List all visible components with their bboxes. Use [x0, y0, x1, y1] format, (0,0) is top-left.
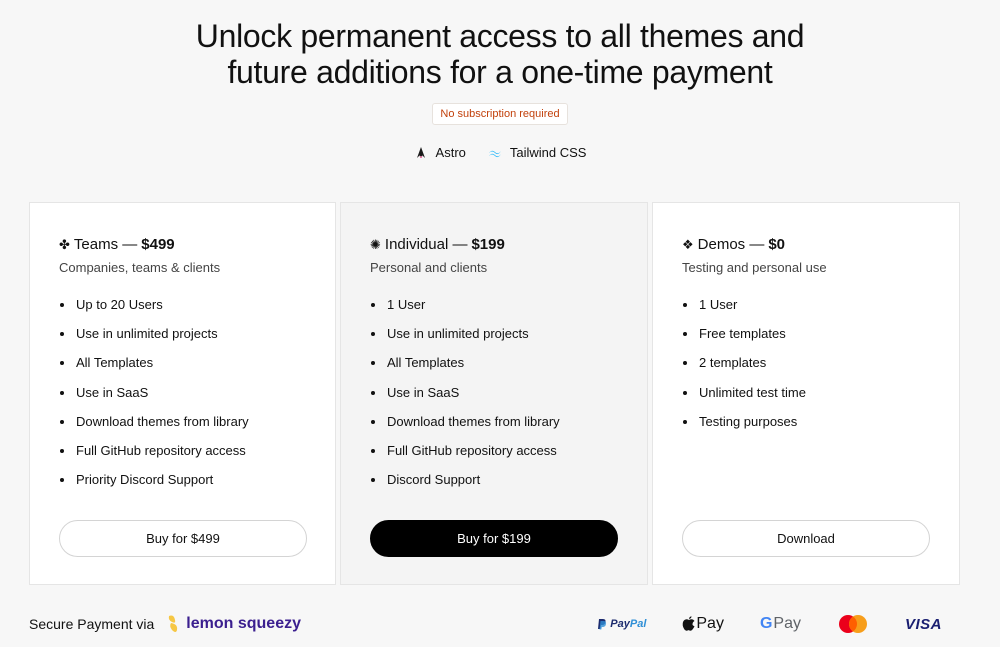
mastercard-icon [838, 615, 867, 633]
plan-subtitle: Testing and personal use [682, 260, 827, 275]
feature-item: Download themes from library [370, 414, 647, 443]
teams-symbol-icon: ✤ [59, 237, 70, 252]
feature-item: Full GitHub repository access [370, 443, 647, 472]
feature-item: Discord Support [370, 472, 647, 501]
feature-item: Use in SaaS [370, 385, 647, 414]
apple-pay-logo: Pay [682, 615, 724, 633]
feature-list: Up to 20 Users Use in unlimited projects… [59, 297, 335, 501]
feature-item: Priority Discord Support [59, 472, 335, 501]
plan-title: ❖ Demos — $0 [682, 235, 959, 255]
lemon-squeezy-logo[interactable]: lemon squeezy [166, 614, 301, 634]
no-subscription-badge: No subscription required [432, 103, 568, 125]
secure-payment-text: Secure Payment via [29, 616, 155, 632]
astro-icon [416, 146, 425, 158]
feature-item: Use in unlimited projects [59, 326, 335, 355]
feature-item: 2 templates [682, 355, 959, 384]
plan-subtitle: Companies, teams & clients [59, 260, 221, 275]
visa-logo: VISA [904, 615, 942, 633]
feature-item: 1 User [682, 297, 959, 326]
feature-item: All Templates [59, 355, 335, 384]
headline-line-1: Unlock permanent access to all themes an… [195, 18, 805, 54]
apple-pay-text: Pay [696, 615, 724, 632]
download-demos-button[interactable]: Download [682, 520, 930, 557]
paypal-icon [598, 619, 607, 630]
feature-item: 1 User [370, 297, 647, 326]
lemon-icon [169, 615, 178, 632]
plan-title: ✺ Individual — $199 [370, 235, 647, 255]
paypal-text-b: Pal [629, 618, 647, 630]
page-headline: Unlock permanent access to all themes an… [0, 18, 1000, 90]
apple-icon [683, 616, 695, 631]
tech-stack-row: Astro Tailwind CSS [0, 145, 1000, 160]
plan-price: $199 [471, 236, 505, 253]
plan-card-teams: ✤ Teams — $499 Companies, teams & client… [29, 202, 336, 585]
tailwind-icon [488, 150, 501, 157]
paypal-text-a: Pay [610, 618, 630, 630]
feature-item: Unlimited test time [682, 385, 959, 414]
tech-astro-label: Astro [435, 145, 466, 160]
lemon-squeezy-brand: lemon squeezy [186, 615, 301, 632]
plan-price: $499 [141, 236, 175, 253]
plan-name: Demos — [697, 236, 765, 253]
plan-card-individual: ✺ Individual — $199 Personal and clients… [340, 202, 648, 585]
feature-item: Testing purposes [682, 414, 959, 443]
feature-item: Up to 20 Users [59, 297, 335, 326]
payment-methods: Pay Pal Pay G Pay VISA [597, 614, 942, 634]
feature-item: All Templates [370, 355, 647, 384]
tech-astro: Astro [414, 145, 466, 160]
plan-name: Individual — [384, 236, 468, 253]
plan-subtitle: Personal and clients [370, 260, 488, 275]
google-pay-logo: G Pay [760, 615, 801, 633]
plan-card-demos: ❖ Demos — $0 Testing and personal use 1 … [652, 202, 960, 585]
google-pay-text: Pay [773, 615, 801, 632]
tech-tailwind: Tailwind CSS [488, 145, 587, 160]
demos-symbol-icon: ❖ [682, 237, 694, 252]
individual-symbol-icon: ✺ [370, 237, 381, 252]
paypal-logo: Pay Pal [597, 618, 646, 630]
feature-list: 1 User Use in unlimited projects All Tem… [370, 297, 647, 501]
mastercard-logo [837, 614, 869, 634]
plan-title: ✤ Teams — $499 [59, 235, 335, 255]
secure-payment-footer: Secure Payment via lemon squeezy [29, 614, 301, 634]
google-g-icon: G [759, 615, 773, 632]
tech-tailwind-label: Tailwind CSS [509, 145, 587, 160]
feature-item: Download themes from library [59, 414, 335, 443]
feature-list: 1 User Free templates 2 templates Unlimi… [682, 297, 959, 443]
plan-name: Teams — [73, 236, 138, 253]
feature-item: Use in SaaS [59, 385, 335, 414]
feature-item: Use in unlimited projects [370, 326, 647, 355]
feature-item: Full GitHub repository access [59, 443, 335, 472]
plan-price: $0 [768, 236, 786, 253]
buy-individual-button[interactable]: Buy for $199 [370, 520, 618, 557]
headline-line-2: future additions for a one-time payment [227, 54, 773, 90]
feature-item: Free templates [682, 326, 959, 355]
buy-teams-button[interactable]: Buy for $499 [59, 520, 307, 557]
